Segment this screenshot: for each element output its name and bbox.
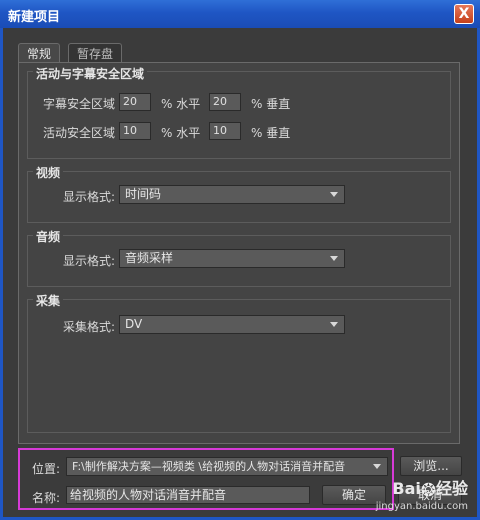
capture-title: 采集 (33, 292, 64, 309)
title-safe-label: 字幕安全区域 (43, 97, 116, 111)
name-label: 名称: (32, 491, 61, 505)
location-label: 位置: (32, 462, 61, 476)
chevron-down-icon (373, 464, 381, 469)
action-safe-horizontal-unit: % 水平 (161, 126, 201, 140)
location-select[interactable]: F:\制作解决方案—视频类 \给视频的人物对话消音并配音 (66, 457, 388, 476)
window-title: 新建项目 (8, 10, 61, 25)
video-display-format-label: 显示格式: (63, 190, 116, 204)
watermark-url: jingyan.baidu.com (375, 501, 468, 512)
action-safe-vertical-unit: % 垂直 (251, 126, 291, 140)
action-safe-vertical-input[interactable]: 10 (209, 122, 241, 140)
action-safe-label: 活动安全区域 (43, 126, 116, 140)
chevron-down-icon (330, 256, 338, 261)
audio-display-format-value: 音频采样 (125, 251, 174, 265)
title-safe-horizontal-input[interactable]: 20 (119, 93, 151, 111)
capture-format-label: 采集格式: (63, 320, 116, 334)
chevron-down-icon (330, 322, 338, 327)
safe-area-title: 活动与字幕安全区域 (33, 65, 148, 82)
paw-icon: ❂ (420, 480, 436, 501)
title-safe-vertical-unit: % 垂直 (251, 97, 291, 111)
safe-area-group (27, 71, 451, 159)
title-safe-horizontal-unit: % 水平 (161, 97, 201, 111)
tab-general[interactable]: 常规 (18, 43, 61, 64)
action-safe-horizontal-input[interactable]: 10 (119, 122, 151, 140)
title-safe-vertical-input[interactable]: 20 (209, 93, 241, 111)
watermark-brand-cn: 经验 (435, 478, 468, 498)
video-title: 视频 (33, 164, 64, 181)
tab-panel-general: 活动与字幕安全区域 字幕安全区域 20 % 水平 20 % 垂直 活动安全区域 … (18, 62, 460, 444)
audio-display-format-select[interactable]: 音频采样 (119, 249, 345, 268)
capture-format-select[interactable]: DV (119, 315, 345, 334)
chevron-down-icon (330, 192, 338, 197)
title-bar: 新建项目 X (0, 0, 480, 28)
name-input[interactable]: 给视频的人物对话消音并配音 (66, 486, 310, 504)
browse-button[interactable]: 浏览... (400, 456, 462, 476)
video-display-format-value: 时间码 (125, 187, 162, 201)
audio-title: 音频 (33, 228, 64, 245)
close-button[interactable]: X (454, 4, 474, 24)
baidu-watermark: Bai❂经验 jingyan.baidu.com (376, 475, 468, 513)
location-value: F:\制作解决方案—视频类 \给视频的人物对话消音并配音 (72, 460, 346, 473)
capture-format-value: DV (125, 317, 143, 331)
audio-display-format-label: 显示格式: (63, 254, 116, 268)
tab-scratch-disks[interactable]: 暂存盘 (68, 43, 123, 64)
video-display-format-select[interactable]: 时间码 (119, 185, 345, 204)
watermark-brand: Bai (392, 478, 421, 498)
